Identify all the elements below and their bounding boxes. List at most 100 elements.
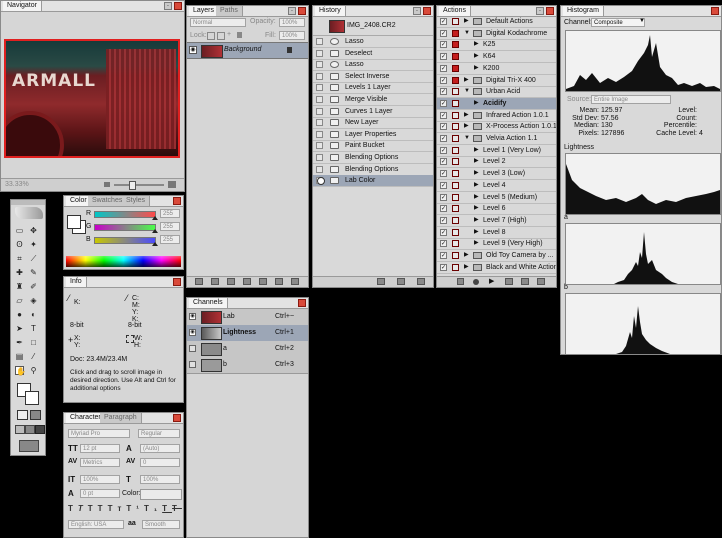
action-toggle-checkbox[interactable]: ✓ [440,146,447,154]
tab-layers[interactable]: Layers [189,6,220,16]
marquee-tool-icon[interactable]: ▭ [15,226,24,235]
action-dialog-toggle[interactable] [452,170,459,178]
action-row[interactable]: ✓ ▶ Level 5 (Medium) [437,192,556,204]
tracking-select[interactable]: 0 [140,458,180,467]
color-value-input[interactable]: 255 [160,209,180,218]
small-caps-button[interactable]: Tт [108,504,127,513]
action-row[interactable]: ✓ ▶ Level 1 (Very Low) [437,145,556,157]
history-state-checkbox[interactable] [316,154,323,161]
action-row[interactable]: ✓ ▶ Acidify [437,97,556,110]
tab-histogram[interactable]: Histogram [563,6,604,16]
action-toggle-checkbox[interactable]: ✓ [440,41,447,49]
action-set-row[interactable]: ✓ ▶ X-Process Action 1.0.1 [437,121,556,134]
color-value-input[interactable]: 255 [160,235,180,244]
history-item[interactable]: Paint Bucket [313,140,433,153]
history-state-checkbox[interactable] [316,119,323,127]
action-toggle-checkbox[interactable]: ✓ [440,216,447,224]
action-toggle-checkbox[interactable]: ✓ [440,181,447,189]
zoom-tool-icon[interactable]: ⚲ [29,366,38,375]
action-set-row[interactable]: ✓ ▶ Old Toy Camera by ... [437,250,556,262]
action-dialog-toggle[interactable] [452,193,459,201]
collapsed-arrow-icon[interactable]: ▶ [474,193,479,202]
action-toggle-checkbox[interactable]: ✓ [440,263,447,271]
info-titlebar[interactable]: Info [64,277,183,288]
delete-action-icon[interactable] [537,278,545,285]
history-state-checkbox[interactable] [316,165,323,173]
action-dialog-toggle[interactable] [452,252,459,259]
new-document-from-state-icon[interactable] [377,278,385,285]
minimize-button[interactable]: - [536,7,544,15]
anti-alias-select[interactable]: Smooth [142,520,180,529]
history-state-checkbox[interactable] [316,84,323,92]
color-slider-thumb[interactable] [152,242,158,246]
collapsed-arrow-icon[interactable]: ▶ [474,64,479,73]
collapsed-arrow-icon[interactable]: ▶ [464,263,469,272]
action-dialog-toggle[interactable] [452,205,459,213]
opacity-input[interactable]: 100% [279,18,305,27]
action-toggle-checkbox[interactable]: ✓ [440,252,447,259]
stop-icon[interactable] [457,278,464,285]
history-item[interactable]: Layer Properties [313,129,433,141]
close-button[interactable] [546,7,554,15]
record-icon[interactable] [473,279,479,285]
new-set-icon[interactable] [505,278,513,285]
eye-icon[interactable]: ◉ [189,46,197,54]
blend-mode-select[interactable]: Normal [190,18,246,27]
action-dialog-toggle[interactable] [452,240,459,248]
healing-brush-tool-icon[interactable]: ✚ [15,268,24,277]
action-row[interactable]: ✓ ▶ Level 4 [437,180,556,192]
history-item[interactable]: Blending Options [313,152,433,164]
collapsed-arrow-icon[interactable]: ▶ [464,111,469,120]
tab-paragraph[interactable]: Paragraph [100,413,142,423]
tab-history[interactable]: History [315,6,346,16]
collapsed-arrow-icon[interactable]: ▶ [474,239,479,248]
close-button[interactable] [423,7,431,15]
action-toggle-checkbox[interactable]: ✓ [440,205,447,213]
visibility-toggle[interactable] [189,345,196,352]
lock-transparency-icon[interactable] [207,32,215,40]
action-row[interactable]: ✓ ▶ K64 [437,51,556,64]
history-state-checkbox[interactable] [316,61,323,69]
zoom-out-icon[interactable] [104,182,110,187]
snapshot-name[interactable]: IMG_2408.CR2 [347,22,396,29]
action-dialog-toggle[interactable] [452,76,459,84]
action-dialog-toggle[interactable] [452,41,459,49]
history-state-checkbox[interactable] [316,130,323,138]
faux-italic-button[interactable]: T [78,504,88,513]
zoom-slider-thumb[interactable] [129,181,136,190]
lock-image-icon[interactable] [217,32,225,40]
collapsed-arrow-icon[interactable]: ▶ [464,17,469,26]
channel-row[interactable]: ◉ Lab Ctrl+~ [187,309,308,326]
action-set-row[interactable]: ✓ ▶ Infrared Action 1.0.1 [437,110,556,122]
leading-input[interactable]: (Auto) [140,444,180,453]
delete-state-icon[interactable] [417,278,425,285]
fill-input[interactable]: 100% [279,31,305,40]
expanded-arrow-icon[interactable]: ▼ [464,29,470,38]
collapsed-arrow-icon[interactable]: ▶ [474,181,479,190]
font-size-input[interactable]: 12 pt [80,444,120,453]
history-item[interactable]: New Layer [313,117,433,130]
eraser-tool-icon[interactable]: ▱ [15,296,24,305]
tab-navigator[interactable]: Navigator [3,1,42,11]
action-toggle-checkbox[interactable]: ✓ [440,88,447,96]
action-toggle-checkbox[interactable]: ✓ [440,123,447,131]
brush-tool-icon[interactable]: ✎ [29,268,38,277]
channels-titlebar[interactable]: Channels [187,298,308,309]
history-state-checkbox[interactable] [316,107,323,115]
all-caps-button[interactable]: TT [88,504,108,513]
crop-tool-icon[interactable]: ⌗ [15,254,24,263]
navigator-titlebar[interactable]: Navigator - [1,1,184,12]
action-toggle-checkbox[interactable]: ✓ [440,53,447,61]
action-toggle-checkbox[interactable]: ✓ [440,193,447,201]
superscript-button[interactable]: T¹ [126,504,144,513]
adjustment-layer-icon[interactable] [243,278,251,285]
action-dialog-toggle[interactable] [452,263,459,271]
channel-row[interactable]: a Ctrl+2 [187,341,308,358]
action-set-row[interactable]: ✓ ▶ Default Actions [437,16,556,28]
history-item[interactable]: Lasso [313,59,433,72]
action-row[interactable]: ✓ ▶ Level 3 (Low) [437,168,556,181]
standard-mode-icon[interactable] [17,410,28,420]
collapsed-arrow-icon[interactable]: ▶ [474,157,479,166]
tab-channels[interactable]: Channels [189,298,228,308]
action-dialog-toggle[interactable] [452,88,459,96]
